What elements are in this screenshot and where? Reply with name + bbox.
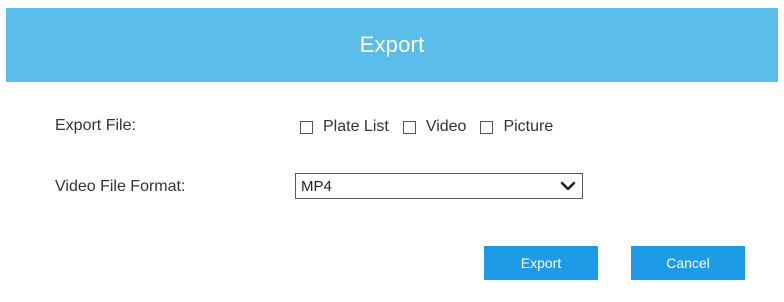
dialog-header: Export: [6, 8, 778, 82]
plate-list-label: Plate List: [323, 118, 389, 135]
option-picture[interactable]: Picture: [480, 118, 553, 136]
cancel-button[interactable]: Cancel: [631, 246, 745, 280]
dialog-title: Export: [359, 32, 425, 57]
export-dialog: Export Export File: Plate List Video Pic…: [0, 0, 784, 302]
video-format-value: MP4: [301, 177, 332, 195]
export-file-options: Plate List Video Picture: [300, 115, 553, 139]
video-label: Video: [425, 118, 467, 135]
option-video[interactable]: Video: [402, 118, 467, 136]
video-format-select[interactable]: MP4: [295, 173, 583, 199]
plate-list-checkbox[interactable]: [300, 120, 313, 134]
picture-label: Picture: [503, 118, 554, 135]
video-checkbox[interactable]: [402, 120, 416, 134]
export-file-label: Export File:: [55, 117, 136, 134]
export-button[interactable]: Export: [484, 246, 598, 280]
video-format-label: Video File Format:: [55, 178, 186, 195]
chevron-down-icon: [557, 175, 579, 197]
picture-checkbox[interactable]: [480, 120, 494, 134]
option-plate-list[interactable]: Plate List: [300, 118, 389, 136]
